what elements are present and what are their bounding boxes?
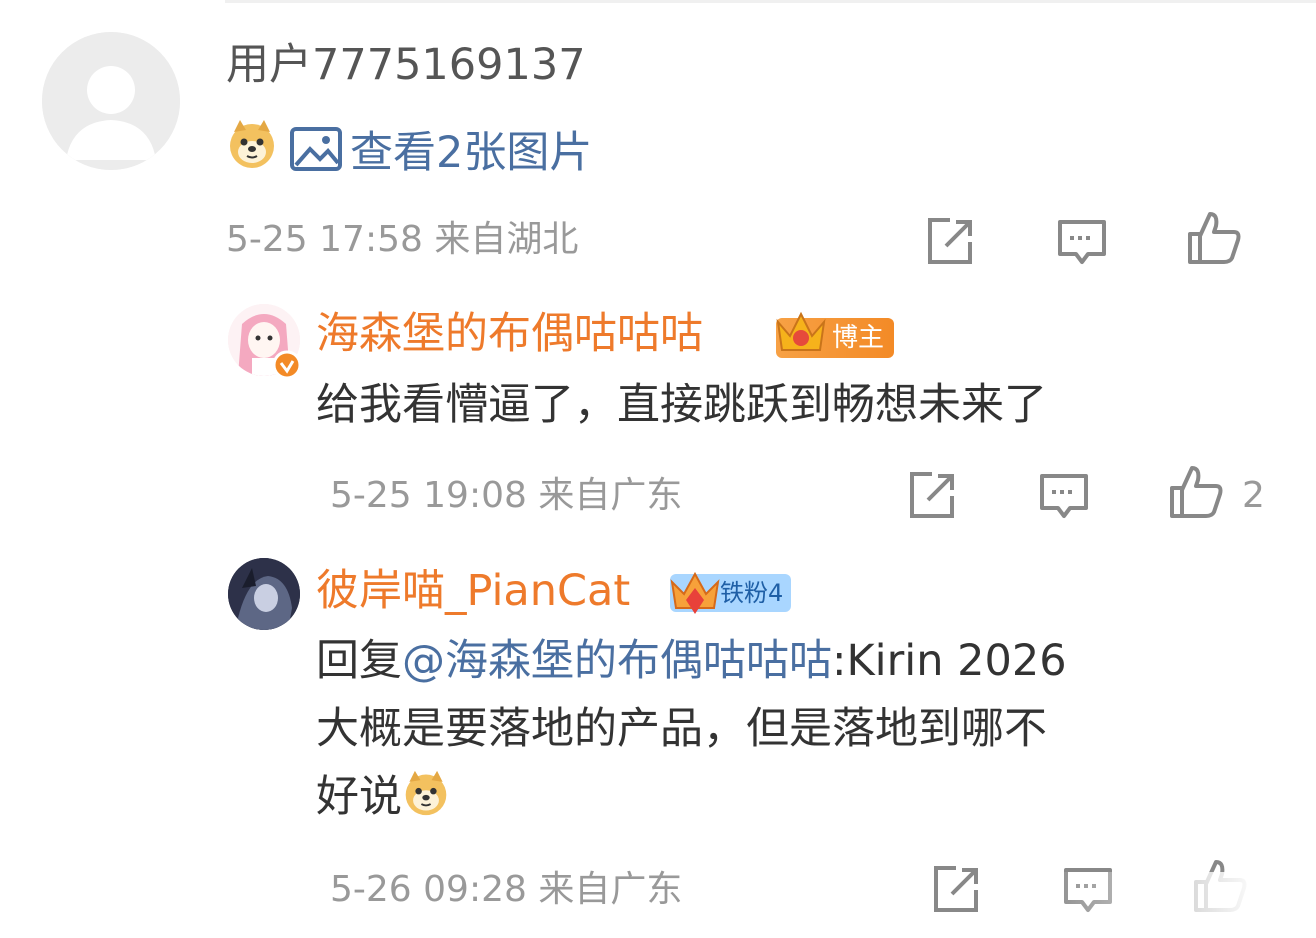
comment-icon[interactable] xyxy=(1036,468,1092,524)
reply1-text: 给我看懵逼了，直接跳跃到畅想未来了 xyxy=(316,380,1047,430)
reply1-meta: 5-25 19:08 来自广东 xyxy=(330,475,683,516)
share-icon[interactable] xyxy=(928,862,984,918)
doge-emoji-icon xyxy=(405,770,447,816)
like-icon[interactable] xyxy=(1186,210,1242,266)
image-icon xyxy=(290,127,342,171)
fan-badge-label: 铁粉4 xyxy=(720,579,784,607)
verified-icon xyxy=(272,350,302,380)
share-icon[interactable] xyxy=(904,468,960,524)
comment-icon[interactable] xyxy=(1054,214,1110,270)
crown-icon xyxy=(776,311,826,351)
comment1-meta: 5-25 17:58 来自湖北 xyxy=(226,219,579,260)
share-icon[interactable] xyxy=(922,214,978,270)
avatar-user-comment1[interactable] xyxy=(42,32,180,170)
comment1-username[interactable]: 用户7775169137 xyxy=(226,44,586,87)
doge-emoji-icon xyxy=(230,120,274,168)
reply2-text-line3-label: 好说 xyxy=(316,772,402,822)
view-images-label[interactable]: 查看2张图片 xyxy=(350,118,592,180)
reply2-text-line1: 回复@海森堡的布偶咕咕咕:Kirin 2026 xyxy=(316,630,1067,692)
top-divider xyxy=(225,0,1316,3)
bottom-fade-overlay xyxy=(1040,872,1316,938)
blogger-badge: 博主 xyxy=(776,311,895,358)
reply2-text-tail: :Kirin 2026 xyxy=(832,636,1067,686)
fan-badge: 铁粉4 xyxy=(670,571,792,614)
reply2-username[interactable]: 彼岸喵_PianCat xyxy=(316,570,630,613)
reply2-text-line2: 大概是要落地的产品，但是落地到哪不 xyxy=(316,704,1047,754)
reply1-like-count: 2 xyxy=(1242,475,1265,516)
view-images-link[interactable]: 查看2张图片 xyxy=(290,118,592,180)
like-icon[interactable] xyxy=(1168,464,1224,520)
avatar-reply2[interactable] xyxy=(228,558,300,630)
reply-prefix: 回复 xyxy=(316,636,402,686)
crown-icon xyxy=(670,571,720,614)
mention-link[interactable]: @海森堡的布偶咕咕咕 xyxy=(402,636,832,686)
reply2-text-line3: 好说 xyxy=(316,766,450,828)
blogger-badge-label: 博主 xyxy=(832,323,885,353)
reply1-username[interactable]: 海森堡的布偶咕咕咕 xyxy=(316,313,703,356)
reply2-meta: 5-26 09:28 来自广东 xyxy=(330,869,683,910)
